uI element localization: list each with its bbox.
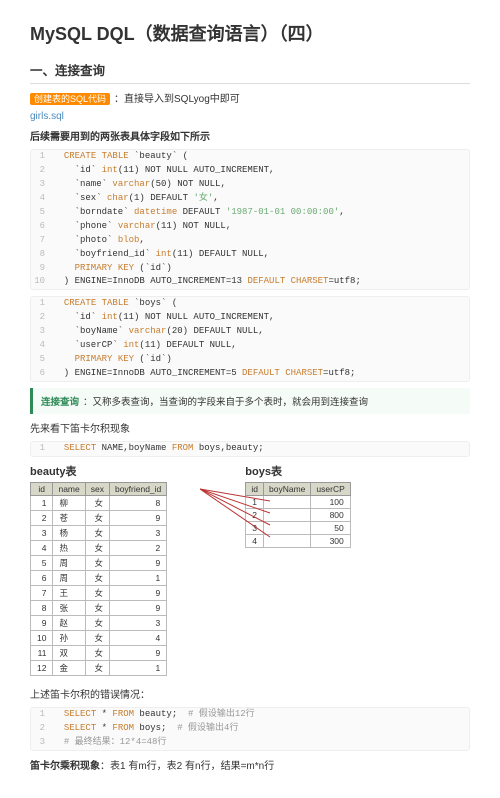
final-line: 笛卡尔乘积现象：表1 有m行，表2 有n行，结果=m*n行	[30, 757, 470, 772]
callout-text: ：又称多表查询，当查询的字段来自于多个表时，就会用到连接查询	[83, 397, 368, 408]
boys-table: idboyNameuserCP110028003504300	[245, 482, 350, 548]
code-block-beauty: 1 CREATE TABLE `beauty` (2 `id` int(11) …	[30, 149, 470, 290]
beauty-label: beauty表	[30, 463, 167, 479]
code-block-error: 1 SELECT * FROM beauty; # 假设输出12行2 SELEC…	[30, 707, 470, 751]
section-heading: 一、连接查询	[30, 60, 470, 84]
code-block-boys: 1 CREATE TABLE `boys` (2 `id` int(11) NO…	[30, 296, 470, 382]
final-label: 笛卡尔乘积现象	[30, 761, 100, 772]
final-text: ：表1 有m行，表2 有n行，结果=m*n行	[100, 761, 274, 772]
orange-tag: 创建表的SQL代码	[30, 93, 110, 105]
callout-label: 连接查询	[41, 397, 79, 408]
callout: 连接查询 ：又称多表查询，当查询的字段来自于多个表时，就会用到连接查询	[30, 388, 470, 414]
boys-label: boys表	[245, 463, 350, 479]
tables-wrap: beauty表 idnamesexboyfriend_id1柳女82苍女93杨女…	[30, 463, 470, 676]
tag-line: 创建表的SQL代码 ：直接导入到SQLyog中即可	[30, 90, 470, 105]
intro-bold: 后续需要用到的两张表具体字段如下所示	[30, 128, 470, 143]
para-error: 上述笛卡尔积的错误情况：	[30, 686, 470, 701]
para-cartesian: 先来看下笛卡尔积现象	[30, 420, 470, 435]
tag-after: ：直接导入到SQLyog中即可	[114, 94, 240, 105]
beauty-table: idnamesexboyfriend_id1柳女82苍女93杨女34热女25周女…	[30, 482, 167, 676]
sql-link[interactable]: girls.sql	[30, 111, 470, 122]
page-title: MySQL DQL（数据查询语言）（四）	[30, 20, 470, 46]
code-block-select: 1 SELECT NAME,boyName FROM boys,beauty;	[30, 441, 470, 457]
